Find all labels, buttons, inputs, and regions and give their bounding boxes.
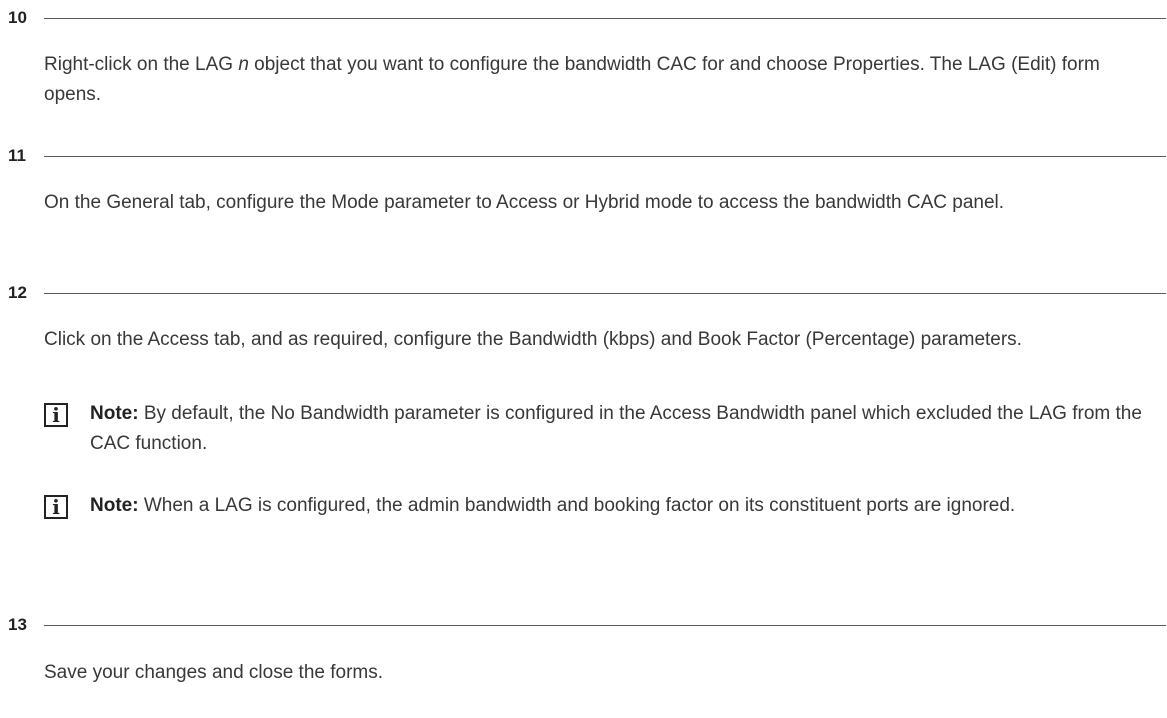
step-divider — [44, 625, 1166, 626]
step-11-text: On the General tab, configure the Mode p… — [44, 192, 1005, 213]
step-13-header: 13 — [0, 610, 1167, 640]
note-text: Note: When a LAG is configured, the admi… — [90, 491, 1150, 521]
step-divider — [44, 18, 1166, 19]
step-12-header: 12 — [0, 278, 1167, 308]
note-body: By default, the No Bandwidth parameter i… — [90, 403, 1142, 454]
note-label: Note: — [90, 495, 139, 516]
note-callout: i Note: By default, the No Bandwidth par… — [44, 399, 1154, 463]
step-10-header: 10 — [0, 3, 1167, 33]
step-number: 13 — [8, 615, 27, 634]
info-icon: i — [44, 495, 68, 519]
step-number: 10 — [8, 8, 27, 27]
step-10-text: Right-click on the LAG n object that you… — [44, 50, 1154, 110]
step-12-text: Click on the Access tab, and as required… — [44, 329, 1022, 350]
step-number: 11 — [8, 146, 26, 165]
step-13-text: Save your changes and close the forms. — [44, 662, 384, 683]
info-icon: i — [44, 403, 68, 427]
note-text: Note: By default, the No Bandwidth param… — [90, 399, 1150, 459]
note-callout: i Note: When a LAG is configured, the ad… — [44, 491, 1154, 555]
step-number: 12 — [8, 283, 27, 302]
note-label: Note: — [90, 403, 139, 424]
step-divider — [44, 293, 1166, 294]
step-11-header: 11 — [0, 141, 1167, 171]
step-10-text-start: Right-click on the LAG — [44, 54, 239, 75]
step-divider — [44, 156, 1166, 157]
step-10-text-variable: n — [238, 54, 249, 75]
note-body: When a LAG is configured, the admin band… — [138, 495, 1016, 516]
